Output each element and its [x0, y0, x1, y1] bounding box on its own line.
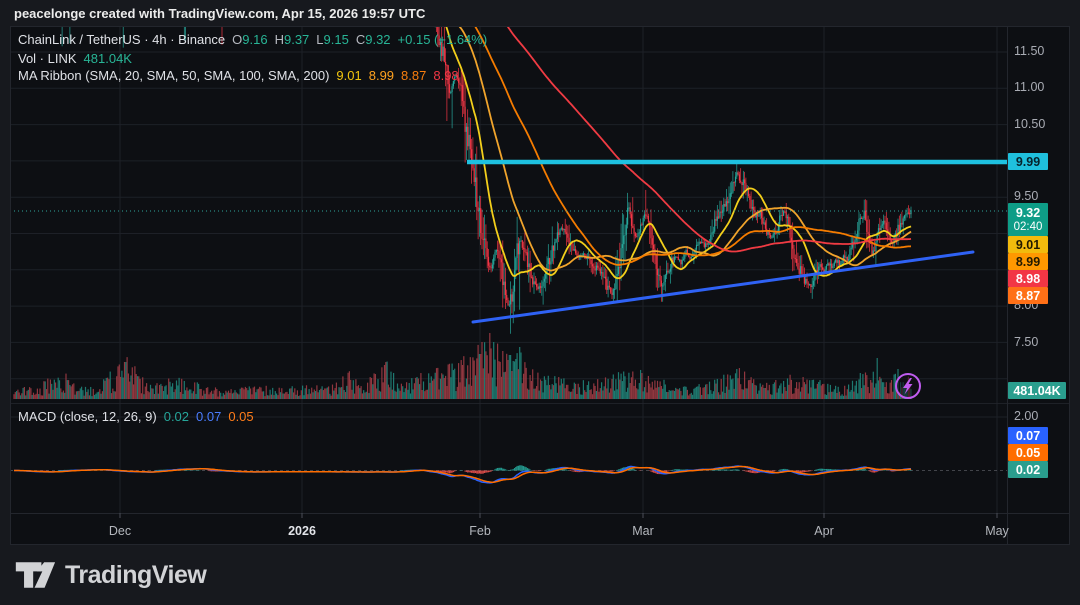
tradingview-snapshot: peacelonge created with TradingView.com,…	[0, 0, 1080, 605]
lightning-boost-icon	[896, 374, 920, 398]
chart-canvas[interactable]	[0, 0, 1080, 605]
